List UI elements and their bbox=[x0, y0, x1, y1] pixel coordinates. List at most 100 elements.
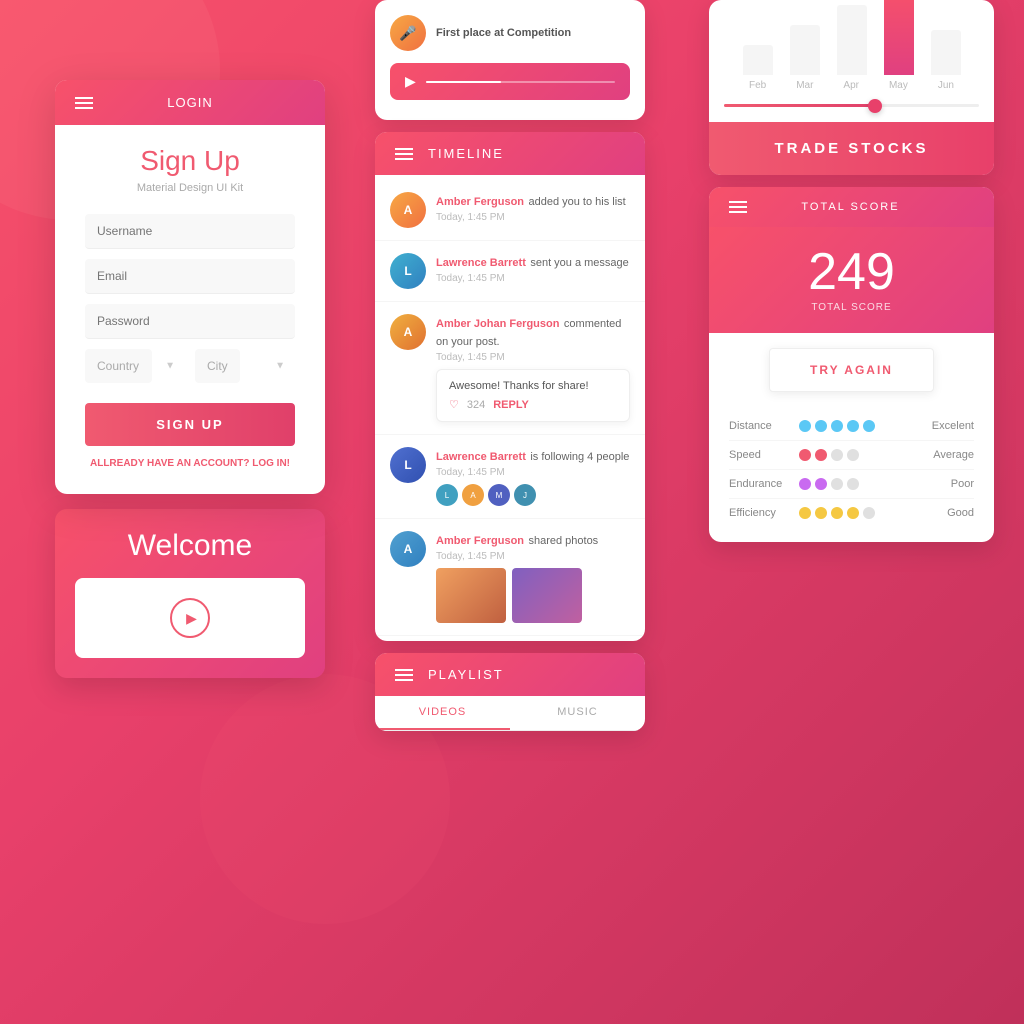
stocks-card: Feb Mar Apr May Jun TRADE STOCKS bbox=[709, 0, 994, 175]
timeline-content: Amber Ferguson shared photos Today, 1:45… bbox=[436, 531, 630, 623]
follower-avatar: J bbox=[514, 484, 536, 506]
welcome-inner: ▶ bbox=[75, 578, 305, 658]
avatar: A bbox=[390, 531, 426, 567]
timeline-item: L Lawrence Barrett is following 4 people… bbox=[375, 435, 645, 519]
tab-videos[interactable]: VIDEOS bbox=[375, 696, 510, 730]
trade-stocks-button[interactable]: TRADE STOCKS bbox=[709, 122, 994, 175]
comment-text: Awesome! Thanks for share! bbox=[449, 380, 617, 392]
metric-dot bbox=[847, 478, 859, 490]
playlist-header: PLAYLIST bbox=[375, 653, 645, 696]
score-header-title: TOTAL SCORE bbox=[801, 201, 899, 213]
heart-icon[interactable]: ♡ bbox=[449, 398, 459, 411]
photo-thumbnail[interactable] bbox=[436, 568, 506, 623]
timeline-time: Today, 1:45 PM bbox=[436, 273, 630, 284]
playlist-card: PLAYLIST VIDEOS MUSIC bbox=[375, 653, 645, 731]
signup-heading: Sign Up bbox=[85, 145, 295, 177]
metric-dot bbox=[815, 478, 827, 490]
metric-rating: Poor bbox=[919, 478, 974, 490]
country-wrapper: Country ▼ bbox=[85, 349, 185, 383]
avatar: L bbox=[390, 447, 426, 483]
play-icon: ▶ bbox=[186, 610, 197, 627]
welcome-play-button[interactable]: ▶ bbox=[170, 598, 210, 638]
comment-actions: ♡ 324 REPLY bbox=[449, 398, 617, 411]
metric-name: Endurance bbox=[729, 478, 799, 490]
metric-dot bbox=[815, 449, 827, 461]
metric-row-endurance: Endurance Poor bbox=[729, 470, 974, 499]
music-avatar: 🎤 bbox=[390, 15, 426, 51]
follower-avatar: A bbox=[462, 484, 484, 506]
photo-thumbnail[interactable] bbox=[512, 568, 582, 623]
playlist-menu-icon[interactable] bbox=[395, 669, 413, 681]
timeline-items: A Amber Ferguson added you to his list T… bbox=[375, 175, 645, 641]
metric-dot bbox=[831, 478, 843, 490]
location-row: Country ▼ City ▼ bbox=[85, 349, 295, 383]
slider-track[interactable] bbox=[724, 104, 979, 107]
slider-fill bbox=[724, 104, 877, 107]
timeline-item: L Lawrence Barrett sent you a message To… bbox=[375, 241, 645, 302]
chart-month: Jun bbox=[938, 80, 954, 91]
score-number: 249 bbox=[729, 242, 974, 302]
progress-bar[interactable] bbox=[426, 81, 615, 83]
chart-bar-active bbox=[884, 0, 914, 75]
metric-rating: Excelent bbox=[919, 420, 974, 432]
slider-thumb[interactable] bbox=[868, 99, 882, 113]
score-sub-label: TOTAL SCORE bbox=[729, 302, 974, 313]
avatar: A bbox=[390, 314, 426, 350]
score-number-area: 249 TOTAL SCORE bbox=[709, 227, 994, 333]
avatar: A bbox=[390, 192, 426, 228]
timeline-card: TIMELINE A Amber Ferguson added you to h… bbox=[375, 132, 645, 641]
login-header: LOGIN bbox=[55, 80, 325, 125]
password-field[interactable] bbox=[85, 304, 295, 339]
metric-rating: Average bbox=[919, 449, 974, 461]
username-field[interactable] bbox=[85, 214, 295, 249]
timeline-text: Lawrence Barrett is following 4 people bbox=[436, 447, 630, 465]
score-header: TOTAL SCORE bbox=[709, 187, 994, 227]
metric-dot bbox=[863, 420, 875, 432]
login-bar-title: LOGIN bbox=[167, 95, 212, 110]
timeline-time: Today, 1:45 PM bbox=[436, 352, 630, 363]
metric-dot bbox=[799, 478, 811, 490]
email-field[interactable] bbox=[85, 259, 295, 294]
chart-bar bbox=[837, 5, 867, 75]
middle-column: 🎤 First place at Competition ▶ TIMELINE … bbox=[375, 0, 645, 731]
music-title: First place at Competition bbox=[436, 27, 630, 39]
country-select[interactable]: Country bbox=[85, 349, 152, 383]
chart-month: Mar bbox=[796, 80, 813, 91]
timeline-text: Amber Johan Ferguson commented on your p… bbox=[436, 314, 630, 350]
log-in-link[interactable]: LOG IN! bbox=[252, 458, 290, 469]
timeline-time: Today, 1:45 PM bbox=[436, 467, 630, 478]
score-menu-icon[interactable] bbox=[729, 201, 747, 213]
city-wrapper: City ▼ bbox=[195, 349, 295, 383]
city-select[interactable]: City bbox=[195, 349, 240, 383]
play-button[interactable]: ▶ bbox=[405, 73, 416, 90]
metric-dot bbox=[831, 507, 843, 519]
country-arrow-icon: ▼ bbox=[165, 361, 175, 372]
timeline-text: Lawrence Barrett sent you a message bbox=[436, 253, 630, 271]
timeline-menu-icon[interactable] bbox=[395, 148, 413, 160]
chart-month: Apr bbox=[843, 80, 859, 91]
menu-icon[interactable] bbox=[75, 97, 93, 109]
welcome-heading: Welcome bbox=[75, 529, 305, 563]
metric-row-speed: Speed Average bbox=[729, 441, 974, 470]
metric-dot bbox=[847, 449, 859, 461]
welcome-card: Welcome ▶ bbox=[55, 509, 325, 678]
timeline-header: TIMELINE bbox=[375, 132, 645, 175]
metric-dot bbox=[847, 507, 859, 519]
progress-fill bbox=[426, 81, 502, 83]
timeline-content: Amber Johan Ferguson commented on your p… bbox=[436, 314, 630, 422]
login-link-row: ALLREADY HAVE AN ACCOUNT? LOG IN! bbox=[85, 458, 295, 469]
close-button[interactable]: ✕ bbox=[954, 342, 984, 372]
timeline-content: Amber Ferguson added you to his list Tod… bbox=[436, 192, 630, 223]
chart-area: Feb Mar Apr May Jun bbox=[709, 0, 994, 96]
metric-name: Efficiency bbox=[729, 507, 799, 519]
signup-button[interactable]: SIGN UP bbox=[85, 403, 295, 446]
chart-month: Feb bbox=[749, 80, 766, 91]
playlist-tabs: VIDEOS MUSIC bbox=[375, 696, 645, 731]
try-again-button[interactable]: TRY AGAIN bbox=[769, 348, 934, 392]
reply-button[interactable]: REPLY bbox=[493, 399, 529, 411]
metric-dot bbox=[847, 420, 859, 432]
score-metrics: Distance Excelent Speed bbox=[709, 407, 994, 542]
timeline-item: A Amber Johan Ferguson commented on your… bbox=[375, 302, 645, 435]
tab-music[interactable]: MUSIC bbox=[510, 696, 645, 730]
chart-bar bbox=[931, 30, 961, 75]
